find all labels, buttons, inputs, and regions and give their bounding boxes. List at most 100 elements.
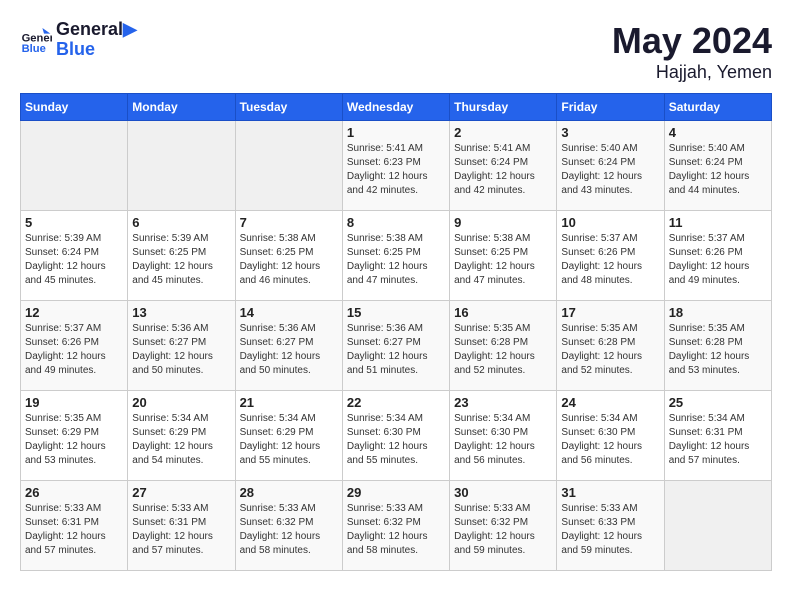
day-number: 2 xyxy=(454,125,552,140)
page-header: General Blue General▶ Blue May 2024 Hajj… xyxy=(20,20,772,83)
calendar-day-cell: 27 Sunrise: 5:33 AM Sunset: 6:31 PM Dayli… xyxy=(128,481,235,571)
day-info: Sunrise: 5:36 AM Sunset: 6:27 PM Dayligh… xyxy=(240,322,338,378)
day-info: Sunrise: 5:35 AM Sunset: 6:28 PM Dayligh… xyxy=(454,322,552,378)
calendar-day-cell: 25 Sunrise: 5:34 AM Sunset: 6:31 PM Dayli… xyxy=(664,391,771,481)
weekday-header-cell: Wednesday xyxy=(342,94,449,121)
day-number: 28 xyxy=(240,485,338,500)
logo-icon: General Blue xyxy=(20,24,52,56)
day-number: 25 xyxy=(669,395,767,410)
calendar-week-row: 26 Sunrise: 5:33 AM Sunset: 6:31 PM Dayli… xyxy=(21,481,772,571)
calendar-week-row: 12 Sunrise: 5:37 AM Sunset: 6:26 PM Dayli… xyxy=(21,301,772,391)
weekday-header-cell: Friday xyxy=(557,94,664,121)
day-number: 9 xyxy=(454,215,552,230)
calendar-day-cell: 30 Sunrise: 5:33 AM Sunset: 6:32 PM Dayli… xyxy=(450,481,557,571)
day-info: Sunrise: 5:33 AM Sunset: 6:33 PM Dayligh… xyxy=(561,502,659,558)
day-info: Sunrise: 5:40 AM Sunset: 6:24 PM Dayligh… xyxy=(561,142,659,198)
day-number: 6 xyxy=(132,215,230,230)
calendar-day-cell: 15 Sunrise: 5:36 AM Sunset: 6:27 PM Dayli… xyxy=(342,301,449,391)
weekday-header-cell: Sunday xyxy=(21,94,128,121)
day-number: 16 xyxy=(454,305,552,320)
calendar-day-cell xyxy=(128,121,235,211)
calendar-day-cell: 1 Sunrise: 5:41 AM Sunset: 6:23 PM Daylig… xyxy=(342,121,449,211)
calendar-day-cell: 12 Sunrise: 5:37 AM Sunset: 6:26 PM Dayli… xyxy=(21,301,128,391)
calendar-day-cell: 24 Sunrise: 5:34 AM Sunset: 6:30 PM Dayli… xyxy=(557,391,664,481)
day-info: Sunrise: 5:40 AM Sunset: 6:24 PM Dayligh… xyxy=(669,142,767,198)
day-info: Sunrise: 5:38 AM Sunset: 6:25 PM Dayligh… xyxy=(454,232,552,288)
day-info: Sunrise: 5:34 AM Sunset: 6:31 PM Dayligh… xyxy=(669,412,767,468)
day-number: 31 xyxy=(561,485,659,500)
day-number: 21 xyxy=(240,395,338,410)
day-info: Sunrise: 5:33 AM Sunset: 6:31 PM Dayligh… xyxy=(132,502,230,558)
calendar-day-cell: 26 Sunrise: 5:33 AM Sunset: 6:31 PM Dayli… xyxy=(21,481,128,571)
calendar-day-cell: 31 Sunrise: 5:33 AM Sunset: 6:33 PM Dayli… xyxy=(557,481,664,571)
day-number: 27 xyxy=(132,485,230,500)
calendar-day-cell xyxy=(664,481,771,571)
day-info: Sunrise: 5:41 AM Sunset: 6:23 PM Dayligh… xyxy=(347,142,445,198)
day-number: 18 xyxy=(669,305,767,320)
calendar-day-cell: 10 Sunrise: 5:37 AM Sunset: 6:26 PM Dayli… xyxy=(557,211,664,301)
day-info: Sunrise: 5:33 AM Sunset: 6:32 PM Dayligh… xyxy=(454,502,552,558)
day-number: 1 xyxy=(347,125,445,140)
weekday-header-cell: Tuesday xyxy=(235,94,342,121)
day-number: 4 xyxy=(669,125,767,140)
calendar-body: 1 Sunrise: 5:41 AM Sunset: 6:23 PM Daylig… xyxy=(21,121,772,571)
day-number: 24 xyxy=(561,395,659,410)
calendar-day-cell: 9 Sunrise: 5:38 AM Sunset: 6:25 PM Daylig… xyxy=(450,211,557,301)
day-number: 26 xyxy=(25,485,123,500)
calendar-day-cell: 4 Sunrise: 5:40 AM Sunset: 6:24 PM Daylig… xyxy=(664,121,771,211)
location-subtitle: Hajjah, Yemen xyxy=(612,62,772,83)
calendar-day-cell: 5Sunrise: 5:39 AM Sunset: 6:24 PM Daylig… xyxy=(21,211,128,301)
calendar-day-cell xyxy=(235,121,342,211)
day-info: Sunrise: 5:39 AM Sunset: 6:24 PM Dayligh… xyxy=(25,232,123,288)
weekday-header-row: SundayMondayTuesdayWednesdayThursdayFrid… xyxy=(21,94,772,121)
day-info: Sunrise: 5:37 AM Sunset: 6:26 PM Dayligh… xyxy=(25,322,123,378)
calendar-day-cell: 29 Sunrise: 5:33 AM Sunset: 6:32 PM Dayli… xyxy=(342,481,449,571)
day-number: 3 xyxy=(561,125,659,140)
calendar-day-cell: 6 Sunrise: 5:39 AM Sunset: 6:25 PM Daylig… xyxy=(128,211,235,301)
day-info: Sunrise: 5:37 AM Sunset: 6:26 PM Dayligh… xyxy=(669,232,767,288)
calendar-day-cell: 21Sunrise: 5:34 AM Sunset: 6:29 PM Dayli… xyxy=(235,391,342,481)
day-number: 15 xyxy=(347,305,445,320)
day-info: Sunrise: 5:34 AM Sunset: 6:30 PM Dayligh… xyxy=(454,412,552,468)
calendar-day-cell: 16 Sunrise: 5:35 AM Sunset: 6:28 PM Dayli… xyxy=(450,301,557,391)
day-info: Sunrise: 5:33 AM Sunset: 6:32 PM Dayligh… xyxy=(347,502,445,558)
logo-text: General▶ Blue xyxy=(56,20,137,60)
calendar-week-row: 5Sunrise: 5:39 AM Sunset: 6:24 PM Daylig… xyxy=(21,211,772,301)
calendar-day-cell: 11 Sunrise: 5:37 AM Sunset: 6:26 PM Dayli… xyxy=(664,211,771,301)
calendar-table: SundayMondayTuesdayWednesdayThursdayFrid… xyxy=(20,93,772,571)
day-number: 30 xyxy=(454,485,552,500)
calendar-day-cell: 18Sunrise: 5:35 AM Sunset: 6:28 PM Dayli… xyxy=(664,301,771,391)
day-info: Sunrise: 5:39 AM Sunset: 6:25 PM Dayligh… xyxy=(132,232,230,288)
day-info: Sunrise: 5:38 AM Sunset: 6:25 PM Dayligh… xyxy=(347,232,445,288)
calendar-day-cell: 20Sunrise: 5:34 AM Sunset: 6:29 PM Dayli… xyxy=(128,391,235,481)
calendar-day-cell: 3 Sunrise: 5:40 AM Sunset: 6:24 PM Daylig… xyxy=(557,121,664,211)
logo: General Blue General▶ Blue xyxy=(20,20,137,60)
calendar-day-cell: 19Sunrise: 5:35 AM Sunset: 6:29 PM Dayli… xyxy=(21,391,128,481)
month-year-title: May 2024 xyxy=(612,20,772,62)
day-number: 10 xyxy=(561,215,659,230)
day-info: Sunrise: 5:36 AM Sunset: 6:27 PM Dayligh… xyxy=(347,322,445,378)
calendar-day-cell: 2 Sunrise: 5:41 AM Sunset: 6:24 PM Daylig… xyxy=(450,121,557,211)
svg-text:Blue: Blue xyxy=(22,43,46,55)
day-number: 20 xyxy=(132,395,230,410)
day-number: 23 xyxy=(454,395,552,410)
day-info: Sunrise: 5:34 AM Sunset: 6:30 PM Dayligh… xyxy=(561,412,659,468)
day-number: 17 xyxy=(561,305,659,320)
day-info: Sunrise: 5:35 AM Sunset: 6:29 PM Dayligh… xyxy=(25,412,123,468)
calendar-day-cell: 23 Sunrise: 5:34 AM Sunset: 6:30 PM Dayli… xyxy=(450,391,557,481)
day-info: Sunrise: 5:34 AM Sunset: 6:30 PM Dayligh… xyxy=(347,412,445,468)
day-number: 11 xyxy=(669,215,767,230)
calendar-day-cell: 8Sunrise: 5:38 AM Sunset: 6:25 PM Daylig… xyxy=(342,211,449,301)
day-number: 12 xyxy=(25,305,123,320)
calendar-day-cell: 13 Sunrise: 5:36 AM Sunset: 6:27 PM Dayli… xyxy=(128,301,235,391)
day-number: 29 xyxy=(347,485,445,500)
day-info: Sunrise: 5:36 AM Sunset: 6:27 PM Dayligh… xyxy=(132,322,230,378)
calendar-day-cell: 22Sunrise: 5:34 AM Sunset: 6:30 PM Dayli… xyxy=(342,391,449,481)
calendar-day-cell: 14Sunrise: 5:36 AM Sunset: 6:27 PM Dayli… xyxy=(235,301,342,391)
day-info: Sunrise: 5:33 AM Sunset: 6:31 PM Dayligh… xyxy=(25,502,123,558)
calendar-week-row: 1 Sunrise: 5:41 AM Sunset: 6:23 PM Daylig… xyxy=(21,121,772,211)
day-info: Sunrise: 5:41 AM Sunset: 6:24 PM Dayligh… xyxy=(454,142,552,198)
day-info: Sunrise: 5:37 AM Sunset: 6:26 PM Dayligh… xyxy=(561,232,659,288)
day-number: 13 xyxy=(132,305,230,320)
day-info: Sunrise: 5:33 AM Sunset: 6:32 PM Dayligh… xyxy=(240,502,338,558)
